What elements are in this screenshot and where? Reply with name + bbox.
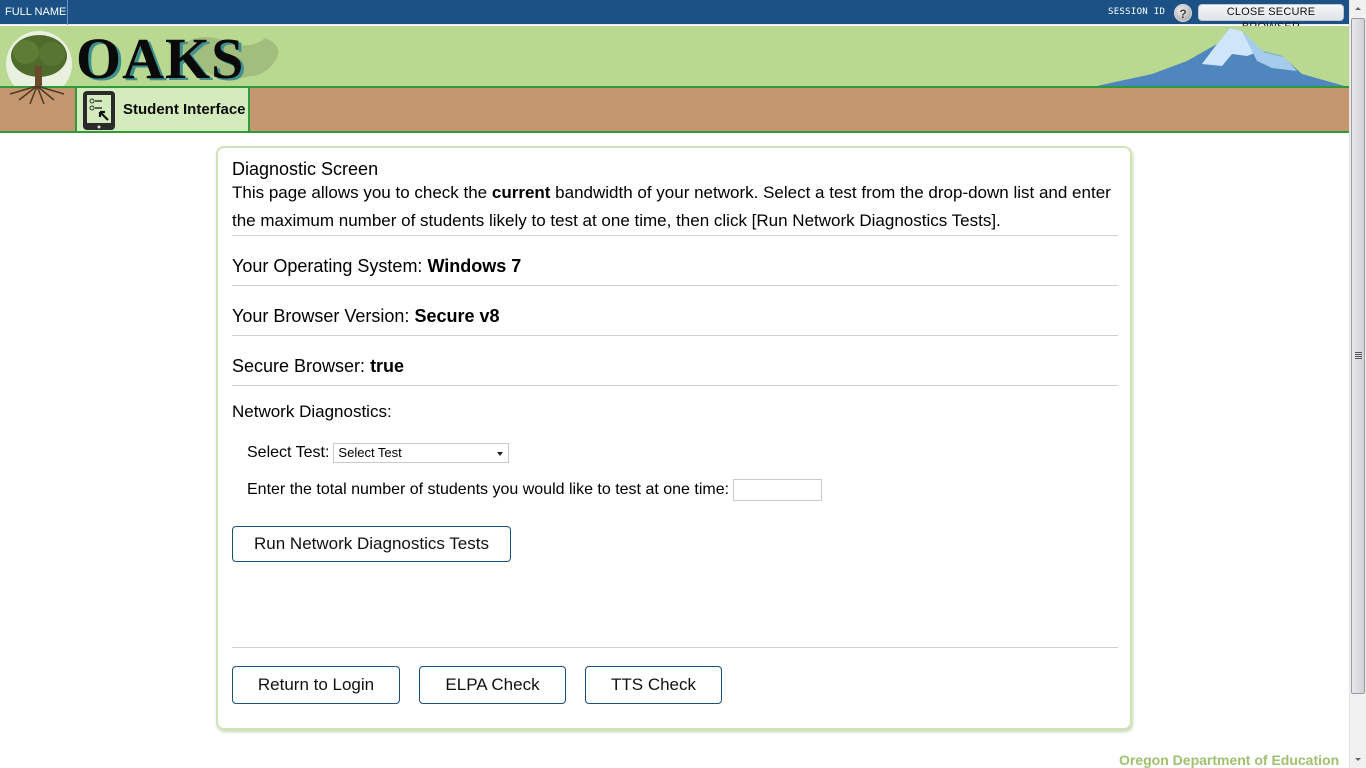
student-interface-label: Student Interface [123, 101, 246, 118]
operating-system-label: Your Operating System: [232, 256, 428, 276]
intro-text-bold: current [491, 183, 551, 202]
tree-roots-icon [9, 86, 65, 105]
select-test-label: Select Test: [247, 444, 330, 461]
return-to-login-button[interactable]: Return to Login [232, 666, 400, 704]
network-diagnostics-heading: Network Diagnostics: [232, 402, 392, 421]
session-id: SESSION ID [1108, 7, 1166, 17]
tts-check-button[interactable]: TTS Check [585, 666, 722, 704]
divider [232, 647, 1118, 648]
run-network-diagnostics-button[interactable]: Run Network Diagnostics Tests [232, 526, 511, 562]
mountain-icon [1092, 28, 1348, 87]
help-icon[interactable]: ? [1174, 4, 1192, 22]
oaks-logo: OAKS [76, 26, 245, 88]
diagnostic-card: Diagnostic Screen This page allows you t… [216, 146, 1132, 730]
tablet-icon [83, 91, 115, 130]
operating-system-value: Windows 7 [427, 256, 522, 276]
browser-version-value: Secure v8 [414, 306, 500, 326]
scroll-down-icon[interactable] [1350, 751, 1366, 768]
page-title: Diagnostic Screen [232, 159, 379, 179]
intro-text: This page allows you to check the curren… [232, 179, 1118, 235]
browser-version-label: Your Browser Version: [232, 306, 415, 326]
students-count-input[interactable] [733, 479, 823, 501]
elpa-check-button[interactable]: ELPA Check [419, 666, 566, 704]
students-count-label: Enter the total number of students you w… [247, 481, 730, 498]
top-bar: FULL NAME SESSION ID ? CLOSE SECURE BROW… [0, 0, 1349, 33]
select-test-value: Select Test [338, 445, 402, 460]
divider [232, 385, 1118, 386]
header-banner: OAKS [0, 26, 1349, 87]
vertical-scrollbar[interactable] [1349, 0, 1366, 768]
close-secure-browser-button[interactable]: CLOSE SECURE BROWSER [1198, 4, 1344, 33]
chevron-down-icon [497, 452, 504, 456]
scrollbar-thumb[interactable] [1351, 18, 1365, 694]
secure-browser-label: Secure Browser: [232, 356, 371, 376]
oak-tree-icon [6, 31, 72, 87]
operating-system-row: Your Operating System: Windows 7 [232, 236, 1118, 285]
secure-browser-row: Secure Browser: true [232, 336, 1118, 385]
student-interface-tab[interactable]: Student Interface [75, 86, 250, 133]
browser-version-row: Your Browser Version: Secure v8 [232, 286, 1118, 335]
organization-footer: Oregon Department of Education [1119, 752, 1340, 768]
user-full-name: FULL NAME [0, 0, 68, 25]
secure-browser-value: true [370, 356, 405, 376]
grip-icon [1355, 352, 1362, 359]
students-count-row: Enter the total number of students you w… [247, 479, 1118, 501]
scroll-up-icon[interactable] [1350, 0, 1366, 17]
select-test-row: Select Test: Select Test [247, 443, 1118, 463]
intro-text-start: This page allows you to check the [232, 183, 492, 202]
select-test-dropdown[interactable]: Select Test [333, 443, 510, 463]
footer-buttons: Return to Login ELPA Check TTS Check [232, 666, 741, 704]
